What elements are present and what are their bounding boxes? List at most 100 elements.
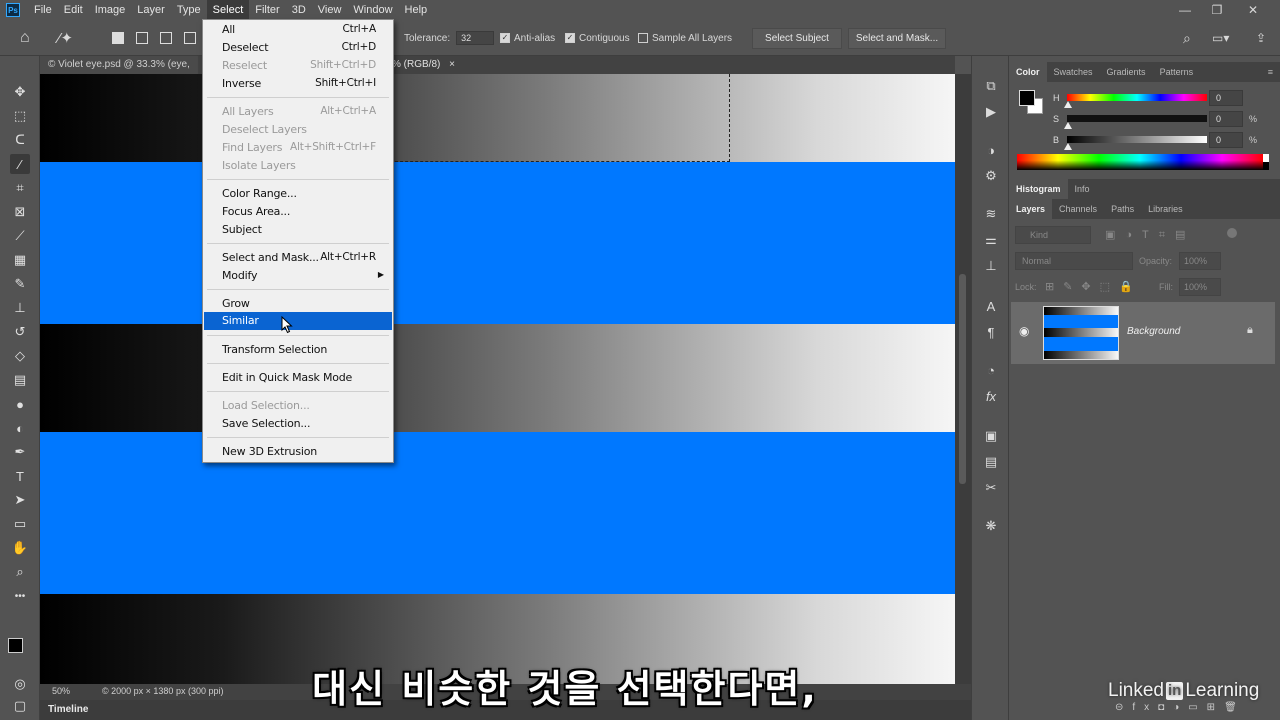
close-window-icon[interactable]: ✕ [1238,0,1268,20]
color-foreground-swatch[interactable] [1019,90,1035,106]
menu-item-transform-selection[interactable]: Transform Selection [204,341,392,359]
properties-panel-icon[interactable]: ⚙ [981,166,1001,186]
share-icon[interactable]: ⇪ [1256,20,1266,56]
hue-value-input[interactable]: 0 [1209,90,1243,106]
menu-help[interactable]: Help [399,0,434,20]
menu-filter[interactable]: Filter [249,0,285,20]
menu-item-inverse[interactable]: Inverse Shift+Ctrl+I [204,75,392,93]
menu-select[interactable]: Select [206,0,250,20]
layer-lock-icon[interactable]: 🔒︎ [1247,324,1253,337]
marquee-tool-icon[interactable]: ⬚ [10,106,30,126]
tab-histogram[interactable]: Histogram [1009,179,1068,199]
tab-info[interactable]: Info [1068,179,1097,199]
sample-all-layers-checkbox[interactable] [638,33,648,43]
history-panel-icon[interactable]: ⧉ [981,76,1001,96]
tab-layers[interactable]: Layers [1009,199,1053,219]
notes-panel-icon[interactable]: ▤ [981,452,1001,472]
glyphs-panel-icon[interactable]: ◔ [981,360,1001,380]
hue-slider-handle[interactable] [1064,101,1072,108]
select-and-mask-button[interactable]: Select and Mask... [848,28,946,49]
menu-image[interactable]: Image [89,0,132,20]
eyedropper-tool-icon[interactable]: ⟋ [10,226,30,246]
menu-item-all[interactable]: All Ctrl+A [204,21,392,39]
blur-tool-icon[interactable]: ● [10,394,30,414]
color-ramp-white[interactable] [1263,154,1269,162]
menu-view[interactable]: View [312,0,348,20]
tab-gradients[interactable]: Gradients [1100,62,1153,82]
menu-item-quick-mask[interactable]: Edit in Quick Mask Mode [204,369,392,387]
magic-wand-preset-icon[interactable]: ⁄✦ [58,20,73,56]
menu-edit[interactable]: Edit [58,0,89,20]
more-tools-icon[interactable]: ••• [10,586,30,606]
adjustments-panel-icon[interactable]: ◑ [981,140,1001,160]
tool-presets-icon[interactable]: ✂ [981,478,1001,498]
gradient-tool-icon[interactable]: ▤ [10,370,30,390]
libraries-panel-icon[interactable]: ▣ [981,426,1001,446]
eye-visibility-icon[interactable]: ◉ [1019,324,1029,338]
styles-panel-icon[interactable]: fx [981,386,1001,406]
contiguous-checkbox[interactable]: ✓ [565,33,575,43]
panel-menu-icon[interactable]: ≡ [1261,62,1280,82]
document-tab[interactable]: © Violet eye.psd @ 33.3% (eye, [40,56,198,74]
brightness-slider-handle[interactable] [1064,143,1072,150]
layers-footer-icons[interactable]: ⊝fx◘◑▭⊞🗑 [1115,702,1246,713]
menu-item-save-selection[interactable]: Save Selection... [204,415,392,433]
menu-item-focus-area[interactable]: Focus Area... [204,203,392,221]
rectangle-tool-icon[interactable]: ▭ [10,514,30,534]
menu-item-similar[interactable]: Similar [204,312,392,330]
color-ramp-black[interactable] [1263,162,1269,170]
path-selection-tool-icon[interactable]: ➤ [10,490,30,510]
frame-tool-icon[interactable]: ⊠ [10,202,30,222]
clone-stamp-tool-icon[interactable]: ⊥ [10,298,30,318]
paragraph-panel-icon[interactable]: ¶ [981,322,1001,342]
saturation-value-input[interactable]: 0 [1209,111,1243,127]
brush-tool-icon[interactable]: ✎ [10,274,30,294]
brightness-value-input[interactable]: 0 [1209,132,1243,148]
layer-filter-icons[interactable]: ▣◑T⌗▤ [1105,228,1195,242]
tolerance-input[interactable]: 32 [456,31,495,45]
lock-icons[interactable]: ⊞✎✥⬚🔒 [1045,280,1142,293]
brightness-slider[interactable] [1067,136,1207,143]
antialias-checkbox[interactable]: ✓ [500,33,510,43]
menu-item-deselect[interactable]: Deselect Ctrl+D [204,39,392,57]
tab-color[interactable]: Color [1009,62,1047,82]
healing-brush-tool-icon[interactable]: ▦ [10,250,30,270]
foreground-color-swatch[interactable] [8,638,23,653]
menu-item-grow[interactable]: Grow [204,295,392,313]
layer-name[interactable]: Background [1127,326,1180,337]
canvas-vertical-scrollbar[interactable] [955,74,971,684]
saturation-slider[interactable] [1067,115,1207,122]
pen-tool-icon[interactable]: ✒ [10,442,30,462]
saturation-slider-handle[interactable] [1064,122,1072,129]
menu-item-new-3d-extrusion[interactable]: New 3D Extrusion [204,443,392,461]
brush-settings-icon[interactable]: ≋ [981,204,1001,224]
fill-input[interactable]: 100% [1179,278,1221,296]
menu-item-select-and-mask[interactable]: Select and Mask... Alt+Ctrl+R [204,249,392,267]
new-selection-icon[interactable] [112,32,124,44]
hue-slider[interactable] [1067,94,1207,101]
menu-item-subject[interactable]: Subject [204,221,392,239]
intersect-selection-icon[interactable] [184,32,196,44]
minimize-icon[interactable]: — [1170,0,1200,20]
opacity-input[interactable]: 100% [1179,252,1221,270]
menu-window[interactable]: Window [347,0,398,20]
move-tool-icon[interactable]: ✥ [10,82,30,102]
character-panel-icon[interactable]: A [981,296,1001,316]
3d-panel-icon[interactable]: ❋ [981,516,1001,536]
menu-file[interactable]: File [28,0,58,20]
type-tool-icon[interactable]: T [10,466,30,486]
workspace-icon[interactable]: ▭▾ [1212,20,1229,56]
hand-tool-icon[interactable]: ✋ [10,538,30,558]
home-icon[interactable]: ⌂ [20,20,30,56]
select-subject-button[interactable]: Select Subject [752,28,842,49]
scrollbar-thumb[interactable] [959,274,966,484]
restore-icon[interactable]: ❐ [1202,0,1232,20]
layer-row-background[interactable]: ◉ Background 🔒︎ [1011,302,1275,364]
close-tab-icon[interactable]: × [449,59,455,70]
tab-patterns[interactable]: Patterns [1153,62,1201,82]
eraser-tool-icon[interactable]: ◇ [10,346,30,366]
clone-source-icon[interactable]: ⊥ [981,256,1001,276]
layer-kind-filter[interactable]: Kind [1015,226,1091,244]
search-icon[interactable]: ⌕ [1183,20,1191,56]
menu-3d[interactable]: 3D [286,0,312,20]
